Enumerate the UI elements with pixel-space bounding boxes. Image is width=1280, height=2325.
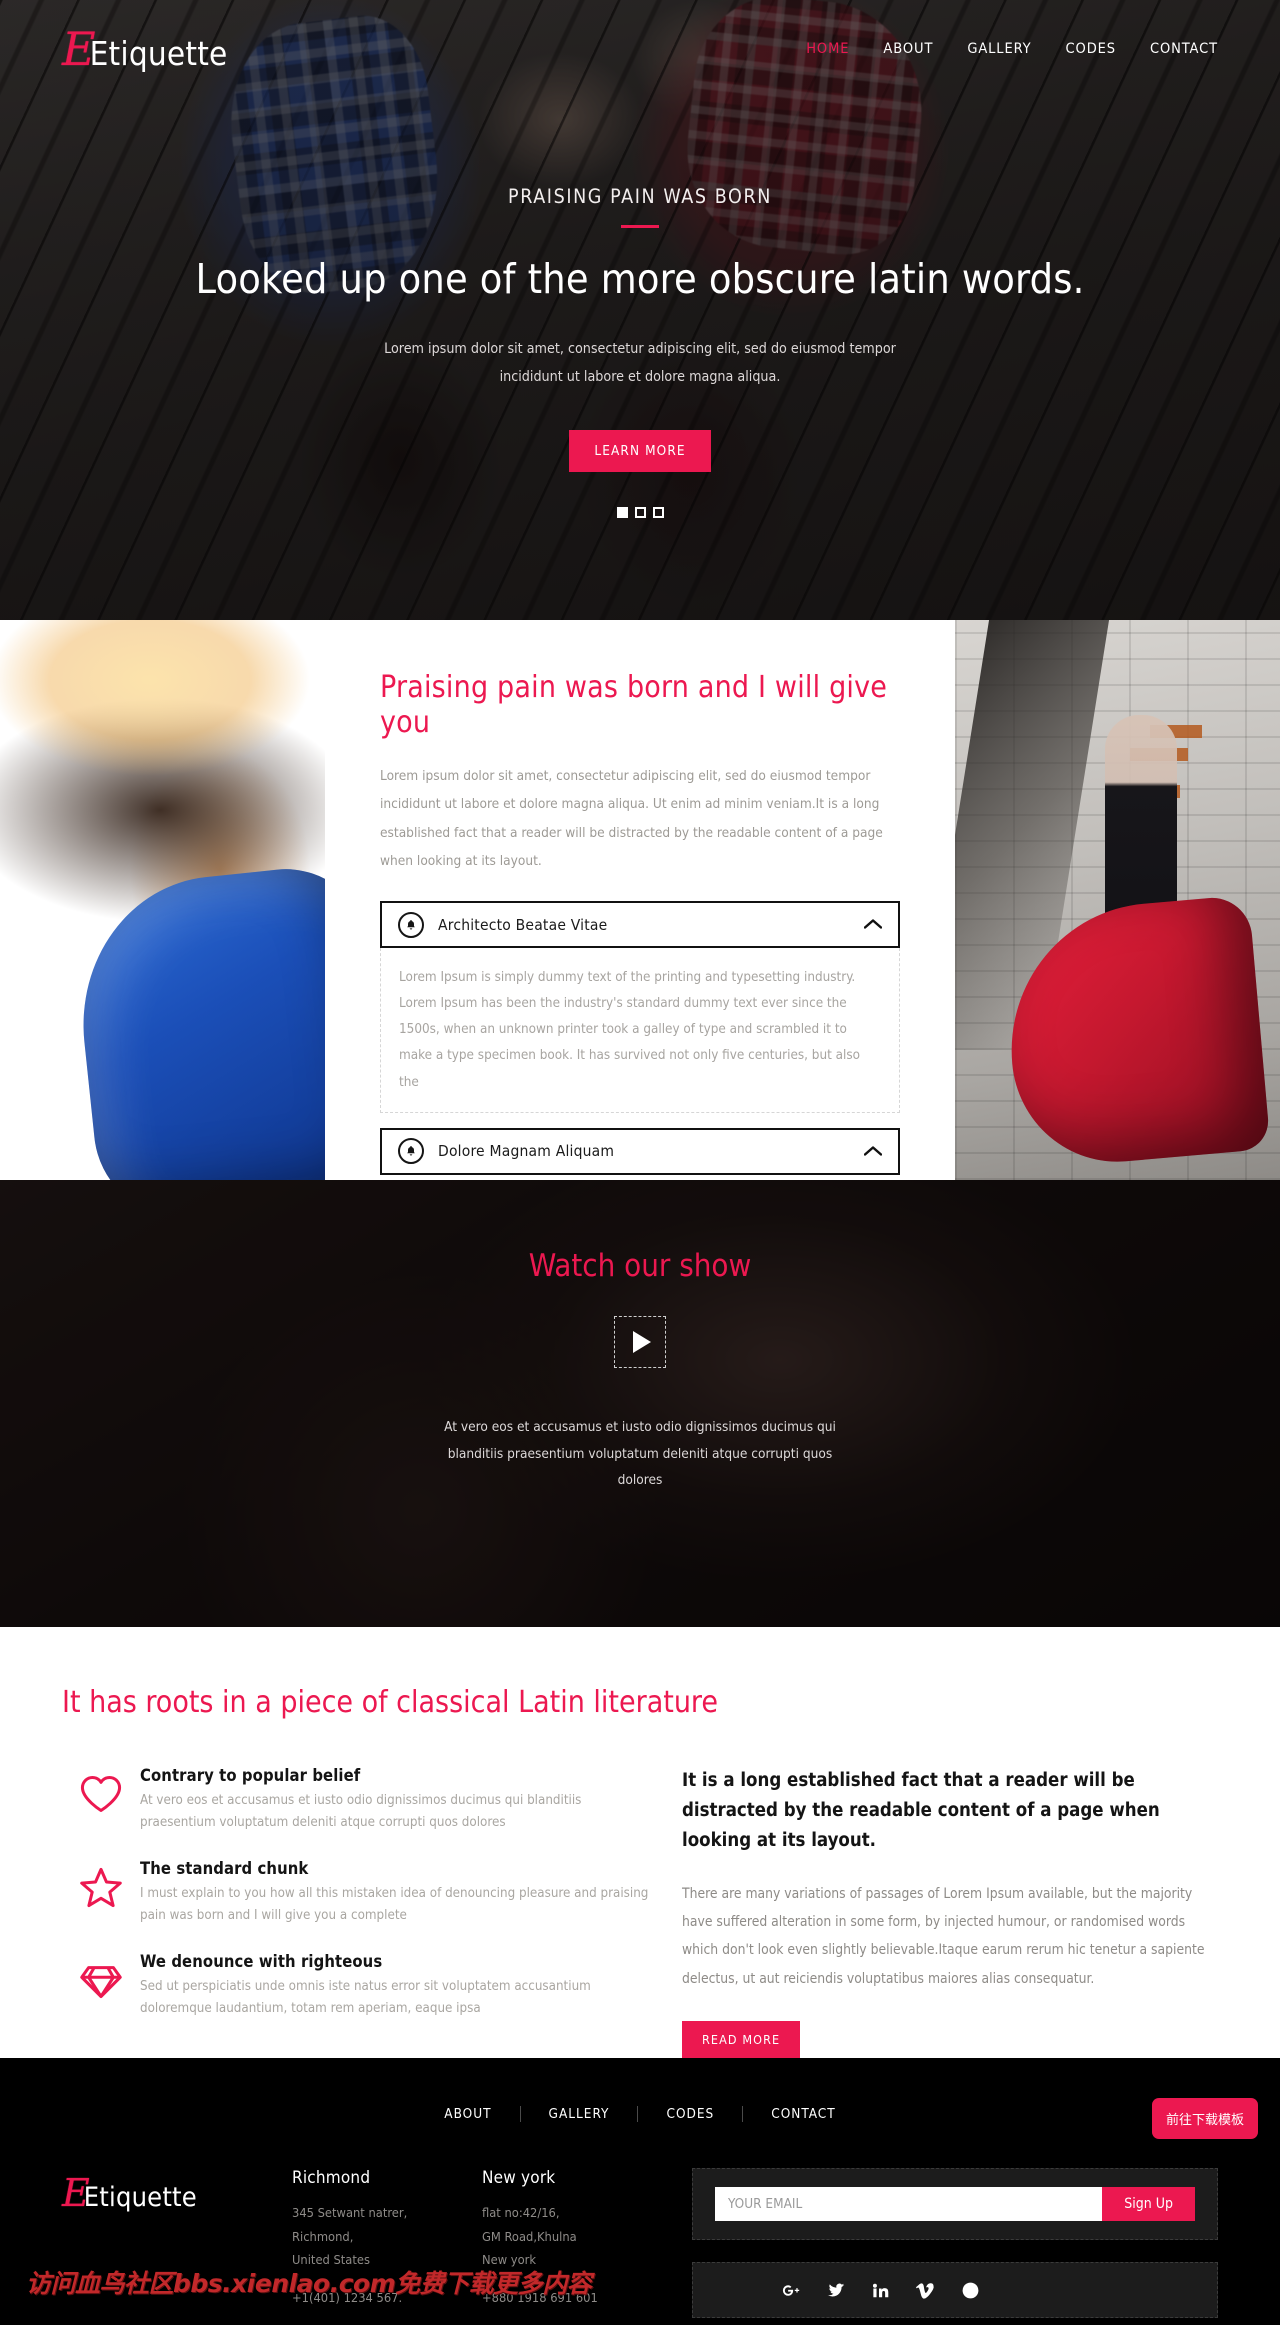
- hero-eyebrow: PRAISING PAIN WAS BORN: [508, 185, 772, 208]
- office-address: 345 Setwant natrer, Richmond, United Sta…: [292, 2206, 408, 2269]
- nav-item-gallery[interactable]: GALLERY: [950, 31, 1048, 67]
- footer-nav-contact[interactable]: CONTACT: [743, 2106, 863, 2122]
- features-columns: Contrary to popular belief At vero eos e…: [62, 1766, 1218, 2059]
- read-more-button[interactable]: READ MORE: [682, 2021, 801, 2059]
- accordion-body-1: Lorem Ipsum is simply dummy text of the …: [380, 948, 900, 1113]
- features-section: It has roots in a piece of classical Lat…: [0, 1627, 1280, 2059]
- about-content: Praising pain was born and I will give y…: [325, 620, 955, 1180]
- play-button[interactable]: [614, 1316, 666, 1368]
- accordion-body-text-1: Lorem Ipsum is simply dummy text of the …: [399, 970, 861, 1090]
- hero-section: E Etiquette HOME ABOUT GALLERY CODES CON…: [0, 0, 1280, 620]
- features-heading: It has roots in a piece of classical Lat…: [62, 1685, 718, 1720]
- footer-nav-gallery[interactable]: GALLERY: [521, 2106, 638, 2122]
- hero-title: Looked up one of the more obscure latin …: [195, 255, 1085, 303]
- site-logo[interactable]: E Etiquette: [62, 26, 228, 73]
- heart-icon: [62, 1766, 140, 1833]
- star-icon: [62, 1859, 140, 1926]
- accordion: Architecto Beatae Vitae Lorem Ipsum is s…: [380, 901, 900, 1175]
- features-aside-heading: It is a long established fact that a rea…: [682, 1770, 1160, 1851]
- about-right-figure-torso: [1105, 715, 1177, 925]
- dribbble-icon[interactable]: [961, 2281, 980, 2300]
- feature-title: We denounce with righteous: [140, 1952, 383, 1972]
- slider-dots: [0, 506, 1280, 518]
- about-right-image: [955, 620, 1280, 1180]
- hero-subtitle: Lorem ipsum dolor sit amet, consectetur …: [384, 341, 896, 386]
- nav-item-home[interactable]: HOME: [789, 31, 866, 67]
- feature-title: The standard chunk: [140, 1859, 309, 1879]
- video-caption: At vero eos et accusamus et iusto odio d…: [444, 1419, 836, 1488]
- nav-item-codes[interactable]: CODES: [1049, 31, 1133, 67]
- newsletter-form: Sign Up: [692, 2168, 1218, 2241]
- features-list: Contrary to popular belief At vero eos e…: [62, 1766, 657, 2058]
- chevron-up-icon-1: [863, 915, 883, 934]
- nav-item-contact[interactable]: CONTACT: [1133, 31, 1235, 67]
- feature-text: Contrary to popular belief At vero eos e…: [140, 1766, 657, 1833]
- accordion-header-2[interactable]: Dolore Magnam Aliquam: [380, 1127, 900, 1175]
- video-heading: Watch our show: [528, 1248, 752, 1284]
- bell-icon: [398, 1138, 424, 1165]
- accordion-title-2: Dolore Magnam Aliquam: [438, 1142, 615, 1161]
- slider-dot-2[interactable]: [634, 506, 646, 518]
- footer-logo-wordmark: Etiquette: [83, 2182, 197, 2214]
- watermark-text: 访问血鸟社区bbs.xienlao.com免费下载更多内容: [26, 2269, 592, 2299]
- footer-nav-about[interactable]: ABOUT: [416, 2106, 519, 2122]
- features-aside: It is a long established fact that a rea…: [657, 1766, 1218, 2059]
- feature-item: Contrary to popular belief At vero eos e…: [62, 1766, 657, 1833]
- feature-title: Contrary to popular belief: [140, 1766, 361, 1785]
- diamond-icon: [62, 1952, 140, 2019]
- feature-item: The standard chunk I must explain to you…: [62, 1859, 657, 1926]
- slider-dot-3[interactable]: [652, 506, 664, 518]
- logo-wordmark: Etiquette: [89, 33, 228, 73]
- feature-item: We denounce with righteous Sed ut perspi…: [62, 1952, 657, 2019]
- feature-body: At vero eos et accusamus et iusto odio d…: [140, 1793, 582, 1830]
- about-heading: Praising pain was born and I will give y…: [380, 670, 888, 740]
- video-content: Watch our show At vero eos et accusamus …: [0, 1180, 1280, 1494]
- site-header: E Etiquette HOME ABOUT GALLERY CODES CON…: [0, 0, 1280, 98]
- social-links: [692, 2262, 1218, 2319]
- chevron-up-icon-2: [863, 1142, 883, 1161]
- office-address: flat no:42/16, GM Road,Khulna New york: [482, 2206, 577, 2269]
- google-plus-icon[interactable]: [781, 2281, 800, 2300]
- email-input[interactable]: [715, 2187, 1103, 2222]
- footer-nav-codes[interactable]: CODES: [638, 2106, 742, 2122]
- nav-item-about[interactable]: ABOUT: [866, 31, 950, 67]
- feature-text: The standard chunk I must explain to you…: [140, 1859, 657, 1926]
- play-triangle-icon: [633, 1331, 651, 1353]
- footer-nav: ABOUT GALLERY CODES CONTACT: [0, 2088, 1280, 2146]
- feature-body: Sed ut perspiciatis unde omnis iste natu…: [140, 1979, 591, 2016]
- feature-body: I must explain to you how all this mista…: [140, 1886, 649, 1923]
- learn-more-button[interactable]: LEARN MORE: [569, 429, 711, 472]
- linkedin-icon[interactable]: [871, 2281, 890, 2300]
- video-section: Watch our show At vero eos et accusamus …: [0, 1180, 1280, 1627]
- footer-newsletter: Sign Up: [672, 2168, 1218, 2319]
- vimeo-icon[interactable]: [916, 2281, 935, 2300]
- about-section: Praising pain was born and I will give y…: [0, 620, 1280, 1180]
- office-city: New york: [482, 2168, 556, 2189]
- twitter-icon[interactable]: [826, 2281, 845, 2300]
- sign-up-button[interactable]: Sign Up: [1102, 2187, 1195, 2222]
- about-left-image: [0, 620, 325, 1180]
- slider-dot-1[interactable]: [616, 506, 628, 518]
- office-city: Richmond: [292, 2168, 371, 2189]
- site-footer: ABOUT GALLERY CODES CONTACT EEtiquette R…: [0, 2058, 1280, 2319]
- hero-cta-wrap: LEARN MORE: [0, 429, 1280, 472]
- features-aside-paragraph: There are many variations of passages of…: [682, 1885, 1205, 1987]
- accordion-title-1: Architecto Beatae Vitae: [438, 915, 608, 934]
- bell-icon: [398, 911, 424, 938]
- download-template-button[interactable]: 前往下载模板: [1151, 2098, 1258, 2140]
- accordion-header-1[interactable]: Architecto Beatae Vitae: [380, 901, 900, 949]
- hero-divider-rule: [621, 225, 659, 228]
- main-nav: HOME ABOUT GALLERY CODES CONTACT: [789, 31, 1235, 67]
- about-paragraph: Lorem ipsum dolor sit amet, consectetur …: [380, 768, 883, 869]
- about-right-figure-skirt: [999, 894, 1271, 1171]
- feature-text: We denounce with righteous Sed ut perspi…: [140, 1952, 657, 2019]
